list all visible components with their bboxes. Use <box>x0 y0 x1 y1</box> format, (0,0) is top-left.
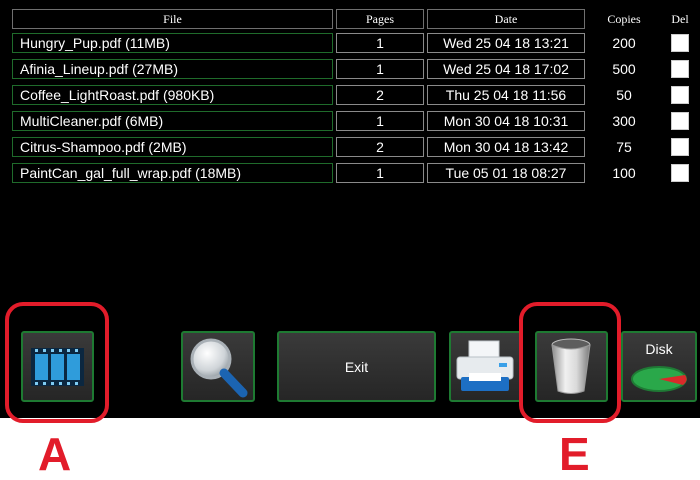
table-header: File Pages Date Copies Del <box>0 9 700 31</box>
row-copies[interactable]: 75 <box>589 137 659 157</box>
row-pages: 2 <box>336 137 424 157</box>
row-delete-checkbox[interactable] <box>662 59 698 79</box>
row-pages: 1 <box>336 163 424 183</box>
checkbox-box[interactable] <box>671 86 689 104</box>
row-file[interactable]: PaintCan_gal_full_wrap.pdf (18MB) <box>12 163 333 183</box>
checkbox-box[interactable] <box>671 60 689 78</box>
row-pages: 1 <box>336 111 424 131</box>
header-date[interactable]: Date <box>427 9 585 29</box>
magnifier-icon <box>190 338 248 398</box>
row-date: Mon 30 04 18 10:31 <box>427 111 585 131</box>
row-file[interactable]: Afinia_Lineup.pdf (27MB) <box>12 59 333 79</box>
exit-label: Exit <box>344 358 369 375</box>
table-row[interactable]: MultiCleaner.pdf (6MB) 1 Mon 30 04 18 10… <box>0 111 700 133</box>
callout-a-label: A <box>38 428 72 480</box>
table-row[interactable]: Hungry_Pup.pdf (11MB) 1 Wed 25 04 18 13:… <box>0 33 700 55</box>
row-date: Wed 25 04 18 17:02 <box>427 59 585 79</box>
row-copies[interactable]: 50 <box>589 85 659 105</box>
row-date: Wed 25 04 18 13:21 <box>427 33 585 53</box>
row-date: Thu 25 04 18 11:56 <box>427 85 585 105</box>
search-button[interactable] <box>181 331 255 402</box>
table-row[interactable]: Coffee_LightRoast.pdf (980KB) 2 Thu 25 0… <box>0 85 700 107</box>
table-row[interactable]: Afinia_Lineup.pdf (27MB) 1 Wed 25 04 18 … <box>0 59 700 81</box>
row-delete-checkbox[interactable] <box>662 111 698 131</box>
row-pages: 1 <box>336 59 424 79</box>
row-date: Tue 05 01 18 08:27 <box>427 163 585 183</box>
row-delete-checkbox[interactable] <box>662 85 698 105</box>
print-button[interactable] <box>449 331 522 402</box>
row-copies[interactable]: 100 <box>589 163 659 183</box>
row-pages: 1 <box>336 33 424 53</box>
row-pages: 2 <box>336 85 424 105</box>
row-copies[interactable]: 500 <box>589 59 659 79</box>
row-delete-checkbox[interactable] <box>662 163 698 183</box>
row-file[interactable]: Citrus-Shampoo.pdf (2MB) <box>12 137 333 157</box>
row-delete-checkbox[interactable] <box>662 137 698 157</box>
row-copies[interactable]: 200 <box>589 33 659 53</box>
row-file[interactable]: Hungry_Pup.pdf (11MB) <box>12 33 333 53</box>
table-row[interactable]: PaintCan_gal_full_wrap.pdf (18MB) 1 Tue … <box>0 163 700 185</box>
callout-a-box <box>5 302 109 423</box>
header-pages[interactable]: Pages <box>336 9 424 29</box>
row-file[interactable]: MultiCleaner.pdf (6MB) <box>12 111 333 131</box>
row-copies[interactable]: 300 <box>589 111 659 131</box>
checkbox-box[interactable] <box>671 138 689 156</box>
table-row[interactable]: Citrus-Shampoo.pdf (2MB) 2 Mon 30 04 18 … <box>0 137 700 159</box>
row-delete-checkbox[interactable] <box>662 33 698 53</box>
callout-e-label: E <box>559 428 590 480</box>
disk-gauge-icon <box>631 366 687 392</box>
disk-button[interactable]: Disk <box>621 331 697 402</box>
printer-icon <box>456 340 514 391</box>
exit-button[interactable]: Exit <box>277 331 436 402</box>
checkbox-box[interactable] <box>671 164 689 182</box>
checkbox-box[interactable] <box>671 34 689 52</box>
row-date: Mon 30 04 18 13:42 <box>427 137 585 157</box>
header-file[interactable]: File <box>12 9 333 29</box>
callout-e-box <box>519 302 621 423</box>
header-copies[interactable]: Copies <box>589 9 659 29</box>
header-del[interactable]: Del <box>662 9 698 29</box>
checkbox-box[interactable] <box>671 112 689 130</box>
row-file[interactable]: Coffee_LightRoast.pdf (980KB) <box>12 85 333 105</box>
